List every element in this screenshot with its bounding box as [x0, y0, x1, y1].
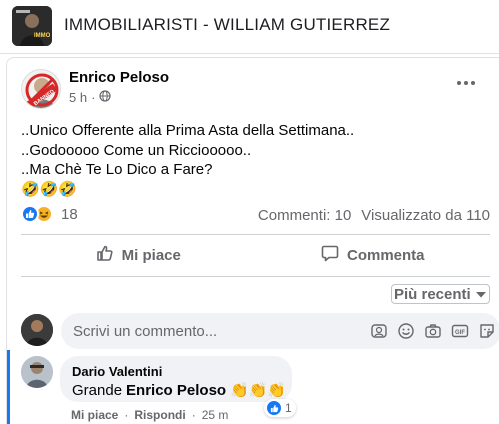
meta-separator: · [91, 90, 96, 105]
current-user-avatar[interactable] [21, 314, 53, 346]
reactions-summary[interactable]: 18 [21, 205, 78, 223]
post-emoji-line: 🤣🤣🤣 [21, 180, 78, 198]
group-avatar-text: IMMO [34, 33, 51, 39]
more-options-button[interactable] [457, 78, 477, 88]
post-line: ..Ma Chè Te Lo Dico a Fare? [21, 161, 213, 178]
reply-time[interactable]: 25 m [202, 408, 229, 422]
reply-text-prefix: Grande [72, 382, 123, 399]
reply-reaction-count: 1 [285, 401, 292, 415]
thread-highlight-line [7, 350, 10, 424]
comment-composer: GIF [21, 313, 499, 349]
views-count[interactable]: Visualizzato da 110 [361, 207, 490, 224]
group-avatar-image: IMMO [12, 6, 52, 46]
camera-icon[interactable] [424, 322, 442, 340]
like-icon [266, 400, 282, 416]
reply-author-avatar[interactable] [21, 356, 53, 388]
stats-right: Commenti: 10 Visualizzato da 110 [258, 207, 490, 224]
post-author-name[interactable]: Enrico Peloso [69, 69, 169, 86]
reaction-count: 18 [61, 205, 78, 223]
like-button[interactable]: Mi piace [21, 235, 256, 275]
group-title[interactable]: IMMOBILIARISTI - WILLIAM GUTIERREZ [64, 15, 390, 35]
sticker-icon[interactable] [478, 322, 496, 340]
sort-label: Più recenti [394, 285, 471, 303]
reply-emoji: 👏👏👏 [230, 382, 287, 399]
group-header: IMMO IMMOBILIARISTI - WILLIAM GUTIERREZ [0, 0, 499, 54]
thumbs-up-icon [96, 244, 114, 266]
avatar-sticker-icon[interactable] [370, 322, 388, 340]
post-actions: Mi piace Commenta [21, 235, 490, 275]
reply-bubble: Dario Valentini Grande Enrico Peloso 👏👏👏 [60, 356, 292, 402]
svg-text:GIF: GIF [455, 330, 465, 336]
reply-actions: Mi piace · Rispondi · 25 m [71, 408, 228, 422]
reply-reaction-badge[interactable]: 1 [264, 399, 296, 417]
reply-like-button[interactable]: Mi piace [71, 408, 118, 422]
more-dot [471, 81, 475, 85]
comment-label: Commenta [346, 246, 425, 264]
reply-reply-button[interactable]: Rispondi [134, 408, 185, 422]
post-meta: 5 h · [69, 90, 112, 105]
post-stats: 18 Commenti: 10 Visualizzato da 110 [21, 203, 490, 225]
comment-button[interactable]: Commenta [256, 235, 491, 275]
caret-down-icon [475, 286, 487, 303]
sort-comments-button[interactable]: Più recenti [391, 284, 490, 304]
author-avatar[interactable]: BANNED [21, 69, 61, 109]
like-label: Mi piace [121, 246, 181, 264]
globe-icon[interactable] [99, 90, 112, 105]
emoji-icon[interactable] [397, 322, 415, 340]
post-text: ..Unico Offerente alla Prima Asta della … [21, 121, 354, 199]
post-card: BANNED Enrico Peloso 5 h · ..Unico Offer… [6, 57, 499, 424]
post-line: ..Godooooo Come un Ricciooooo.. [21, 141, 252, 159]
reply-text: Grande Enrico Peloso 👏👏👏 [72, 381, 286, 401]
reply-mention-link[interactable]: Enrico Peloso [126, 381, 226, 401]
post-line: ..Unico Offerente alla Prima Asta della … [21, 122, 355, 139]
like-icon [21, 205, 39, 223]
more-dot [457, 81, 461, 85]
reply-separator: · [191, 408, 196, 422]
post-time[interactable]: 5 h [69, 90, 87, 105]
reply-separator: · [124, 408, 129, 422]
comments-count[interactable]: Commenti: 10 [258, 207, 351, 224]
more-dot [464, 81, 468, 85]
speech-bubble-icon [321, 244, 339, 266]
reply-author-name[interactable]: Dario Valentini [72, 364, 280, 379]
group-avatar[interactable]: IMMO [12, 6, 52, 46]
author-avatar-image: BANNED [22, 70, 60, 108]
gif-icon[interactable]: GIF [451, 322, 469, 340]
composer-icons: GIF [370, 322, 496, 340]
divider [21, 276, 490, 277]
